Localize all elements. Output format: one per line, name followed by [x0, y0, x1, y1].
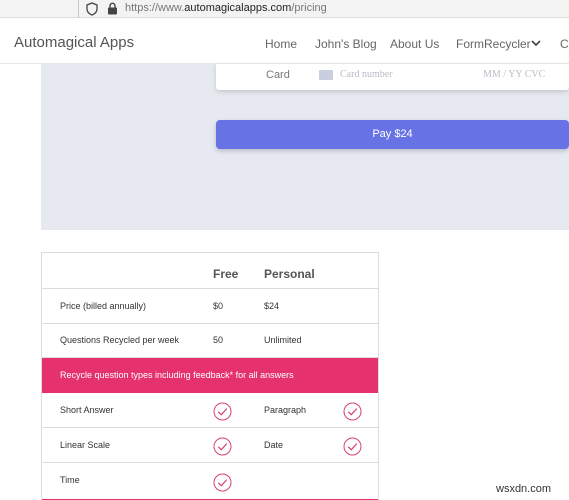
watermark: wsxdn.com [496, 483, 552, 495]
brand-logo[interactable]: Automagical Apps [14, 34, 134, 51]
site-navbar: Automagical Apps Home John's Blog About … [0, 18, 569, 64]
chevron-down-icon[interactable] [531, 39, 541, 47]
column-header-free: Free [213, 267, 239, 281]
feature-label: Date [264, 440, 284, 450]
table-row: Time [42, 463, 378, 499]
feature-label: Linear Scale [60, 440, 111, 450]
shield-icon[interactable] [86, 2, 98, 16]
column-header-personal: Personal [264, 267, 315, 281]
check-circle-icon [343, 437, 362, 456]
lock-icon[interactable] [107, 2, 118, 15]
nav-link-blog[interactable]: John's Blog [315, 37, 377, 51]
expiry-cvc-placeholder[interactable]: MM / YY CVC [483, 69, 545, 80]
personal-value: $24 [264, 301, 280, 311]
check-circle-icon [213, 473, 232, 492]
feature-highlight-banner: Recycle question types including feedbac… [42, 358, 378, 393]
nav-link-formrecycler[interactable]: FormRecycler [456, 37, 531, 51]
feature-highlight-text: Recycle question types including feedbac… [60, 370, 294, 380]
card-label: Card [266, 69, 290, 81]
feature-label: Short Answer [60, 405, 114, 415]
pay-button[interactable]: Pay $24 [216, 120, 569, 149]
url-path: /pricing [291, 2, 327, 14]
nav-link-contact[interactable]: Co [560, 37, 569, 51]
table-row: Linear Scale Date [42, 428, 378, 463]
free-value: $0 [213, 301, 224, 311]
pricing-table: Free Personal Price (billed annually) $0… [41, 252, 379, 500]
page: https://www.automagicalapps.com/pricing … [0, 0, 569, 500]
free-value: 50 [213, 335, 224, 345]
url-prefix: https://www. [125, 2, 185, 14]
check-circle-icon [343, 402, 362, 421]
row-label: Questions Recycled per week [60, 335, 180, 345]
feature-label: Time [60, 475, 80, 485]
personal-value: Unlimited [264, 335, 302, 345]
table-row: Price (billed annually) $0 $24 [42, 289, 378, 324]
check-circle-icon [213, 402, 232, 421]
table-row: Short Answer Paragraph [42, 393, 378, 428]
browser-address-bar[interactable]: https://www.automagicalapps.com/pricing [0, 0, 569, 18]
url-domain: automagicalapps.com [184, 2, 292, 14]
divider [78, 0, 79, 18]
url-text[interactable]: https://www.automagicalapps.com/pricing [125, 2, 327, 14]
row-label: Price (billed annually) [60, 301, 147, 311]
feature-label: Paragraph [264, 405, 307, 415]
card-number-placeholder[interactable]: Card number [340, 69, 393, 80]
credit-card-icon [319, 70, 333, 80]
table-row: Questions Recycled per week 50 Unlimited [42, 324, 378, 358]
table-header-row: Free Personal [42, 253, 378, 289]
card-input[interactable]: Card Card number MM / YY CVC [216, 64, 569, 90]
nav-link-about[interactable]: About Us [390, 37, 439, 51]
nav-link-home[interactable]: Home [265, 37, 297, 51]
check-circle-icon [213, 437, 232, 456]
